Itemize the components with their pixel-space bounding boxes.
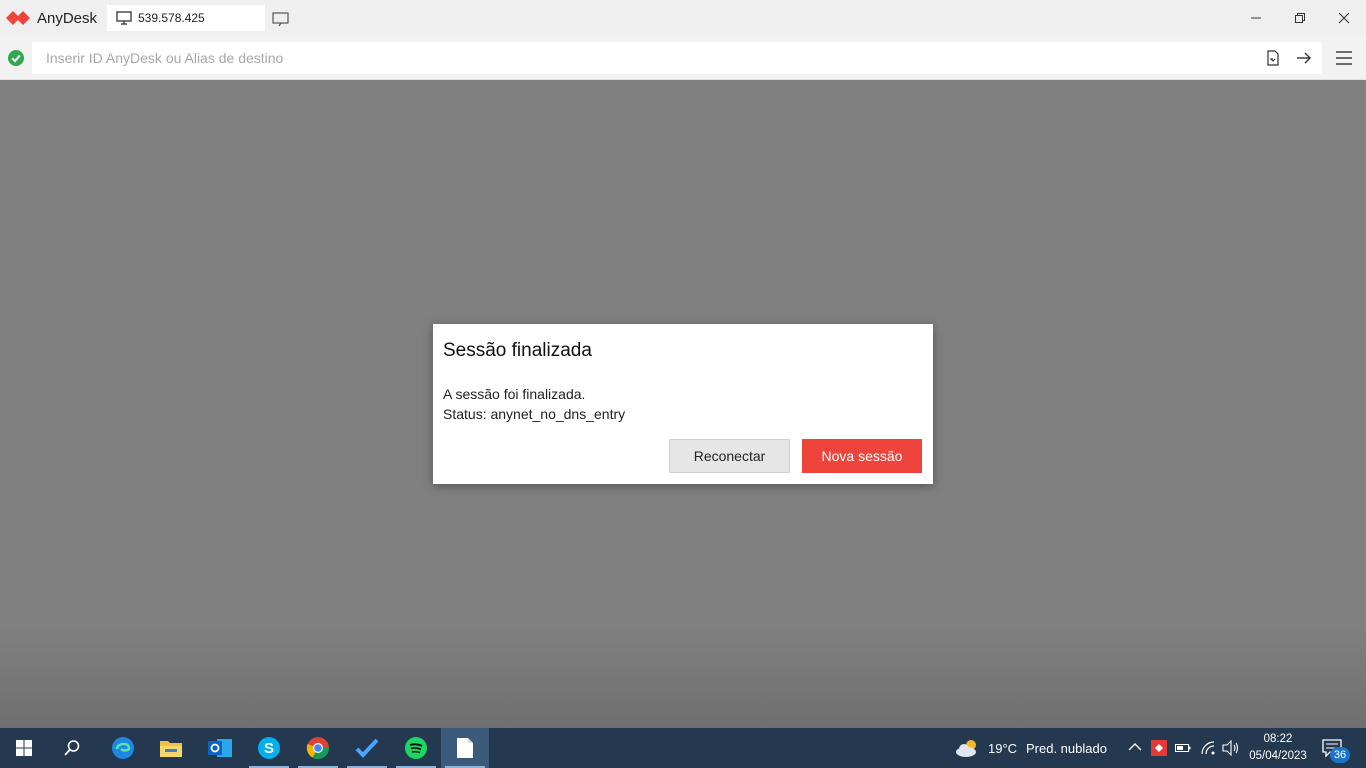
restore-button[interactable] [1278, 0, 1322, 36]
app-name: AnyDesk [37, 9, 98, 27]
volume-icon[interactable] [1222, 740, 1240, 756]
skype-icon: S [258, 737, 280, 759]
taskbar-skype[interactable]: S [245, 728, 293, 768]
edge-icon [112, 737, 134, 759]
anydesk-logo-icon [6, 11, 30, 25]
taskbar-spotify[interactable] [392, 728, 440, 768]
weather-description[interactable]: Pred. nublado [1026, 741, 1107, 756]
notification-count-badge: 36 [1330, 747, 1350, 763]
search-icon [64, 740, 80, 756]
spotify-icon [405, 737, 427, 759]
session-ended-dialog: Sessão finalizada A sessão foi finalizad… [433, 324, 933, 484]
file-transfer-button[interactable] [1263, 48, 1283, 68]
start-icon [16, 740, 32, 756]
hamburger-menu-icon [1336, 51, 1352, 65]
taskbar-file-explorer[interactable] [147, 728, 195, 768]
session-tab[interactable]: 539.578.425 [107, 5, 265, 31]
monitor-icon [116, 11, 132, 25]
battery-icon[interactable] [1175, 742, 1191, 754]
dialog-message-line: A sessão foi finalizada. [443, 386, 586, 402]
dialog-status-line: Status: anynet_no_dns_entry [443, 406, 626, 422]
chevron-up-icon[interactable] [1128, 742, 1142, 752]
wifi-icon[interactable] [1200, 740, 1216, 756]
taskbar-notepad[interactable] [441, 728, 489, 768]
taskbar-chrome[interactable] [294, 728, 342, 768]
dialog-title: Sessão finalizada [443, 340, 592, 361]
restore-icon [1295, 13, 1305, 23]
taskbar: S 19°C Pred. nublado 08:22 05/04/2023 [0, 728, 1366, 768]
minimize-icon [1251, 17, 1261, 19]
remote-id-input[interactable] [32, 42, 1322, 74]
weather-cloud-icon [956, 740, 976, 757]
new-tab-icon [272, 12, 289, 27]
svg-text:S: S [264, 740, 274, 757]
dialog-message: A sessão foi finalizada. Status: anynet_… [443, 384, 625, 424]
tab-address: 539.578.425 [138, 11, 205, 25]
notepad-icon [457, 738, 473, 758]
weather-temperature[interactable]: 19°C [988, 741, 1017, 756]
close-button[interactable] [1322, 0, 1366, 36]
taskbar-outlook[interactable] [196, 728, 244, 768]
new-session-button[interactable]: Nova sessão [802, 439, 922, 473]
main-menu-button[interactable] [1334, 48, 1354, 68]
file-explorer-icon [160, 741, 182, 757]
outlook-icon [208, 739, 232, 757]
close-icon [1338, 12, 1350, 24]
taskbar-edge[interactable] [99, 728, 147, 768]
new-tab-button[interactable] [271, 10, 291, 28]
file-transfer-icon [1267, 50, 1279, 66]
taskbar-clock[interactable]: 08:22 05/04/2023 [1244, 731, 1312, 765]
clock-time: 08:22 [1263, 733, 1293, 745]
search-button[interactable] [48, 728, 96, 768]
todo-icon [355, 738, 379, 758]
address-bar [0, 36, 1366, 80]
clock-date: 05/04/2023 [1249, 750, 1307, 762]
anydesk-logo: AnyDesk [6, 0, 97, 36]
start-button[interactable] [0, 728, 48, 768]
taskbar-todo[interactable] [343, 728, 391, 768]
connect-button[interactable] [1294, 48, 1314, 68]
reconnect-button[interactable]: Reconectar [669, 439, 790, 473]
arrow-right-icon [1297, 52, 1311, 64]
minimize-button[interactable] [1234, 0, 1278, 36]
title-bar: AnyDesk 539.578.425 [0, 0, 1366, 36]
chrome-icon [306, 737, 329, 759]
anydesk-tray-icon[interactable] [1151, 740, 1167, 756]
connection-ok-icon [8, 50, 24, 66]
